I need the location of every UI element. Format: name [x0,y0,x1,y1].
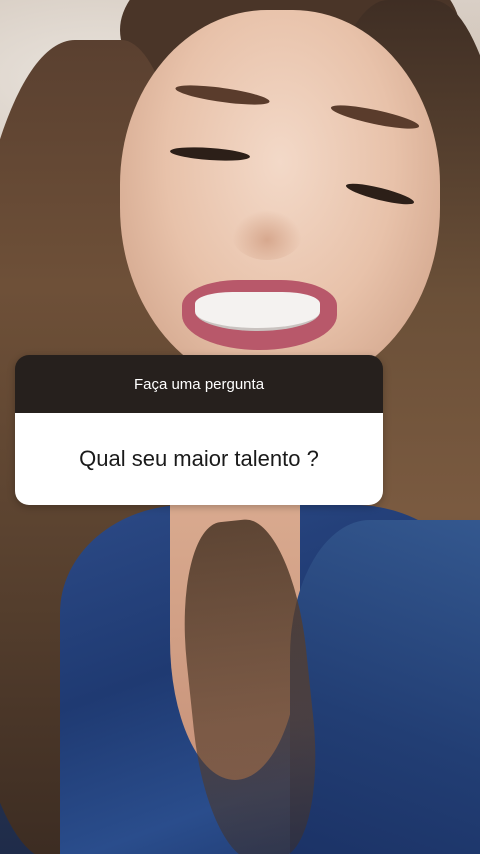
blue-robe-right [290,520,480,854]
nose [232,210,302,260]
question-sticker-header-label: Faça uma pergunta [133,375,265,393]
question-sticker-header: Faça uma pergunta [15,355,383,413]
teeth-with-braces [195,292,320,331]
question-sticker[interactable]: Faça uma pergunta Qual seu maior talento… [15,355,383,505]
question-text: Qual seu maior talento ? [79,446,319,471]
story-viewer: Faça uma pergunta Qual seu maior talento… [0,0,480,854]
question-sticker-body: Qual seu maior talento ? [15,413,383,505]
